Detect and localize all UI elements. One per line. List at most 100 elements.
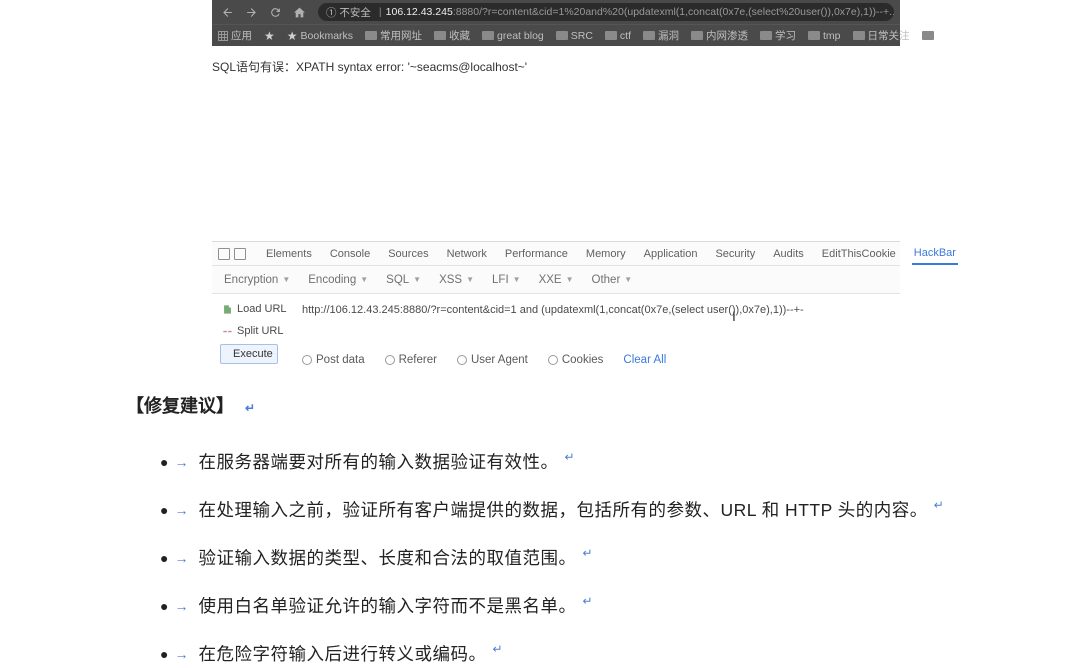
tab-arrow-icon: → bbox=[174, 544, 188, 572]
tab-audits[interactable]: Audits bbox=[771, 244, 806, 264]
screenshot-area: ① 不安全 | 106.12.43.245 :8880/?r=content&c… bbox=[212, 0, 900, 374]
chevron-down-icon: ▼ bbox=[624, 275, 632, 284]
bm-folder-2[interactable]: great blog bbox=[482, 30, 544, 42]
tab-arrow-icon: → bbox=[174, 496, 188, 524]
tab-network[interactable]: Network bbox=[445, 244, 489, 264]
subtab-encryption[interactable]: Encryption▼ bbox=[224, 274, 290, 286]
chevron-down-icon: ▼ bbox=[466, 275, 474, 284]
url-path: :8880/?r=content&cid=1%20and%20(updatexm… bbox=[453, 6, 894, 18]
list-item: ● → 在处理输入之前，验证所有客户端提供的数据，包括所有的参数、URL 和 H… bbox=[160, 496, 954, 524]
bm-folder-7[interactable]: 学习 bbox=[760, 28, 796, 43]
bm-folder-4[interactable]: ctf bbox=[605, 30, 631, 42]
tab-performance[interactable]: Performance bbox=[503, 244, 570, 264]
devtools-panel: Elements Console Sources Network Perform… bbox=[212, 241, 900, 374]
split-icon bbox=[222, 326, 233, 337]
tab-memory[interactable]: Memory bbox=[584, 244, 628, 264]
hackbar-subtabs: Encryption▼ Encoding▼ SQL▼ XSS▼ LFI▼ XXE… bbox=[212, 266, 900, 294]
bm-folder-6[interactable]: 内网渗透 bbox=[691, 28, 748, 43]
folder-icon bbox=[605, 31, 617, 40]
folder-icon bbox=[365, 31, 377, 40]
hackbar-controls: Load URL Split URL Execute bbox=[220, 300, 290, 368]
sql-error-text: SQL语句有误：XPATH syntax error: '~seacms@loc… bbox=[212, 60, 527, 74]
opt-useragent[interactable]: User Agent bbox=[457, 354, 528, 366]
bullet-icon: ● bbox=[160, 592, 168, 620]
star-icon: ★ bbox=[287, 29, 298, 43]
insecure-label: ① 不安全 bbox=[326, 5, 371, 20]
bm-folder-0[interactable]: 常用网址 bbox=[365, 28, 422, 43]
chevron-down-icon: ▼ bbox=[413, 275, 421, 284]
inspect-icon[interactable] bbox=[218, 248, 230, 260]
bookmarks-bar: 应用 ★ ★Bookmarks 常用网址 收藏 great blog SRC c… bbox=[212, 24, 900, 46]
folder-icon bbox=[643, 31, 655, 40]
subtab-encoding[interactable]: Encoding▼ bbox=[308, 274, 368, 286]
url-host: 106.12.43.245 bbox=[386, 6, 453, 18]
opt-referer[interactable]: Referer bbox=[385, 354, 437, 366]
subtab-xxe[interactable]: XXE▼ bbox=[539, 274, 574, 286]
apps-icon bbox=[218, 31, 228, 41]
tab-application[interactable]: Application bbox=[642, 244, 700, 264]
chevron-down-icon: ▼ bbox=[282, 275, 290, 284]
subtab-other[interactable]: Other▼ bbox=[592, 274, 633, 286]
return-mark-icon: ↵ bbox=[582, 592, 592, 611]
bm-folder-1[interactable]: 收藏 bbox=[434, 28, 470, 43]
tab-console[interactable]: Console bbox=[328, 244, 372, 264]
execute-button[interactable]: Execute bbox=[220, 344, 278, 364]
chevron-down-icon: ▼ bbox=[566, 275, 574, 284]
opt-cookies[interactable]: Cookies bbox=[548, 354, 604, 366]
clear-all-link[interactable]: Clear All bbox=[623, 354, 666, 366]
folder-icon bbox=[434, 31, 446, 40]
home-icon[interactable] bbox=[290, 3, 308, 21]
browser-nav-bar: ① 不安全 | 106.12.43.245 :8880/?r=content&c… bbox=[212, 0, 900, 24]
bm-star-placeholder[interactable]: ★ bbox=[264, 29, 275, 43]
doc-heading: 【修复建议】 ↵ bbox=[126, 392, 954, 418]
return-mark-icon: ↵ bbox=[492, 640, 502, 659]
bm-folder-5[interactable]: 漏洞 bbox=[643, 28, 679, 43]
tab-editthiscookie[interactable]: EditThisCookie bbox=[820, 244, 898, 264]
opt-postdata[interactable]: Post data bbox=[302, 354, 365, 366]
bm-folder-more[interactable] bbox=[922, 31, 934, 40]
folder-icon bbox=[556, 31, 568, 40]
folder-icon bbox=[760, 31, 772, 40]
subtab-xss[interactable]: XSS▼ bbox=[439, 274, 474, 286]
bullet-icon: ● bbox=[160, 544, 168, 572]
chevron-down-icon: ▼ bbox=[513, 275, 521, 284]
devtools-inspector-icons[interactable] bbox=[218, 248, 246, 260]
return-mark-icon: ↵ bbox=[564, 448, 574, 467]
bullet-icon: ● bbox=[160, 496, 168, 524]
return-mark-icon: ↵ bbox=[245, 401, 255, 415]
subtab-lfi[interactable]: LFI▼ bbox=[492, 274, 521, 286]
hackbar-main: http://106.12.43.245:8880/?r=content&cid… bbox=[302, 300, 892, 368]
radio-icon bbox=[385, 355, 395, 365]
device-icon[interactable] bbox=[234, 248, 246, 260]
bm-folder-8[interactable]: tmp bbox=[808, 30, 841, 42]
bm-bookmarks[interactable]: ★Bookmarks bbox=[287, 29, 353, 43]
forward-icon[interactable] bbox=[242, 3, 260, 21]
tab-sources[interactable]: Sources bbox=[386, 244, 430, 264]
subtab-sql[interactable]: SQL▼ bbox=[386, 274, 421, 286]
tab-elements[interactable]: Elements bbox=[264, 244, 314, 264]
chevron-down-icon: ▼ bbox=[360, 275, 368, 284]
split-url-button[interactable]: Split URL bbox=[220, 322, 290, 340]
devtools-tabs: Elements Console Sources Network Perform… bbox=[212, 242, 900, 266]
back-icon[interactable] bbox=[218, 3, 236, 21]
url-bar[interactable]: ① 不安全 | 106.12.43.245 :8880/?r=content&c… bbox=[318, 3, 894, 21]
radio-icon bbox=[302, 355, 312, 365]
reload-icon[interactable] bbox=[266, 3, 284, 21]
load-url-button[interactable]: Load URL bbox=[220, 300, 290, 318]
text-cursor-icon: I bbox=[732, 308, 733, 322]
tab-arrow-icon: → bbox=[174, 448, 188, 476]
folder-icon bbox=[482, 31, 494, 40]
hackbar-body: Load URL Split URL Execute http://106.12… bbox=[212, 294, 900, 374]
return-mark-icon: ↵ bbox=[934, 496, 944, 515]
bm-folder-3[interactable]: SRC bbox=[556, 30, 593, 42]
hackbar-options: Post data Referer User Agent Cookies Cle… bbox=[302, 354, 892, 366]
folder-icon bbox=[922, 31, 934, 40]
list-item: ● → 使用白名单验证允许的输入字符而不是黑名单。 ↵ bbox=[160, 592, 954, 620]
folder-icon bbox=[808, 31, 820, 40]
apps-button[interactable]: 应用 bbox=[218, 28, 252, 43]
list-item: ● → 在服务器端要对所有的输入数据验证有效性。 ↵ bbox=[160, 448, 954, 476]
hackbar-url-input[interactable]: http://106.12.43.245:8880/?r=content&cid… bbox=[302, 300, 892, 320]
bm-folder-9[interactable]: 日常关注 bbox=[853, 28, 910, 43]
tab-security[interactable]: Security bbox=[713, 244, 757, 264]
tab-hackbar[interactable]: HackBar bbox=[912, 243, 958, 265]
